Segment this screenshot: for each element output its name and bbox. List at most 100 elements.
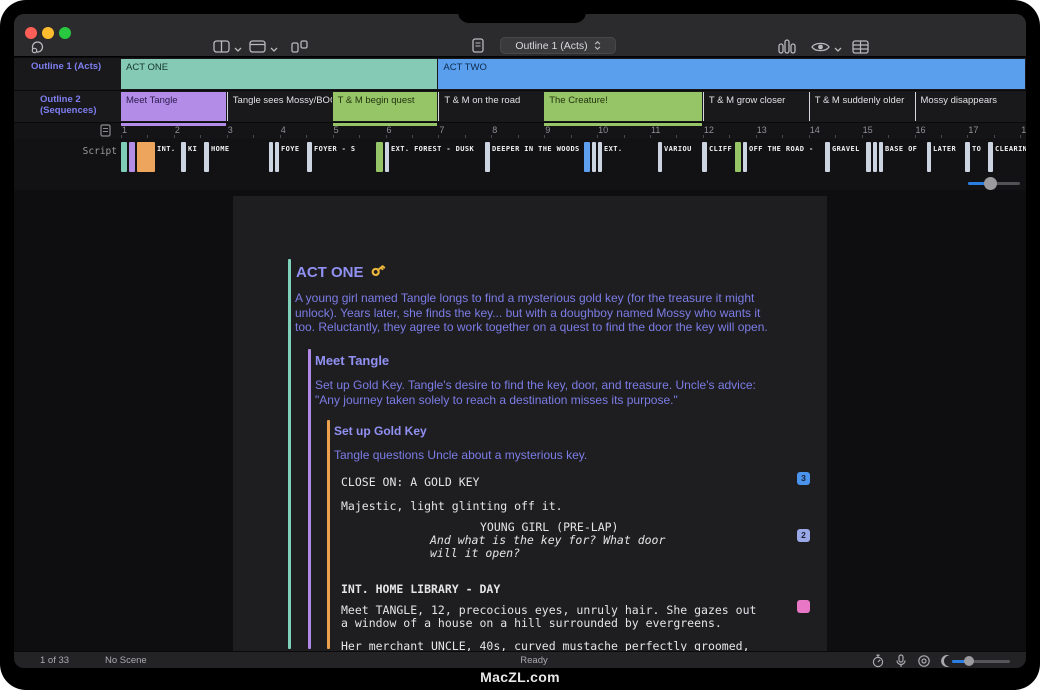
- scene-color-block[interactable]: [584, 142, 590, 172]
- comment-badge[interactable]: 3: [797, 472, 810, 485]
- script-action-line[interactable]: Meet TANGLE, 12, precocious eyes, unruly…: [341, 604, 756, 629]
- scene-color-block[interactable]: [376, 142, 383, 172]
- scene-color-block[interactable]: [137, 142, 155, 172]
- scene-color-block[interactable]: [121, 142, 127, 172]
- scene-segment[interactable]: KI: [188, 142, 202, 172]
- subsection-synopsis[interactable]: Tangle questions Uncle about a mysteriou…: [334, 448, 754, 463]
- scene-segment[interactable]: HOME: [211, 142, 267, 172]
- chevron-down-icon[interactable]: [234, 47, 242, 52]
- scene-color-block[interactable]: [129, 142, 135, 172]
- script-row-label: Script: [14, 146, 121, 157]
- script-character-line[interactable]: YOUNG GIRL (PRE-LAP): [480, 521, 618, 534]
- split-view-icon[interactable]: [213, 40, 230, 53]
- subsection-title[interactable]: Set up Gold Key: [334, 424, 427, 438]
- sequence-block[interactable]: T & M grow closer: [703, 92, 808, 121]
- chart-icon[interactable]: [778, 39, 796, 54]
- status-bar: 1 of 33 No Scene Ready: [14, 651, 1026, 668]
- act-block[interactable]: ACT ONE: [121, 59, 437, 89]
- scene-heading-label: LATER: [933, 142, 963, 153]
- timer-icon[interactable]: [871, 654, 885, 668]
- act-title[interactable]: ACT ONE: [296, 262, 386, 282]
- timeline-zoom-slider[interactable]: [968, 177, 1020, 190]
- statusbar-slider[interactable]: [952, 656, 1010, 666]
- scene-segment[interactable]: FOYER - S: [314, 142, 374, 172]
- sequence-title[interactable]: Meet Tangle: [315, 353, 389, 368]
- script-action-line[interactable]: Majestic, light glinting off it.: [341, 500, 563, 513]
- scene-divider-bar: [275, 142, 279, 172]
- scene-segment[interactable]: CLEARING: [995, 142, 1026, 172]
- outline-selector-dropdown[interactable]: Outline 1 (Acts): [500, 37, 616, 54]
- sequence-synopsis[interactable]: Set up Gold Key. Tangle's desire to find…: [315, 378, 825, 407]
- script-shot-line[interactable]: CLOSE ON: A GOLD KEY: [341, 476, 479, 489]
- comment-badge[interactable]: 2: [797, 529, 810, 542]
- act-synopsis[interactable]: A young girl named Tangle longs to find …: [295, 291, 815, 335]
- scene-heading-label: FOYE: [281, 142, 305, 153]
- sequence-color-strip: [121, 123, 226, 126]
- table-icon[interactable]: [852, 40, 869, 54]
- eye-icon[interactable]: [811, 41, 830, 53]
- ruler-tick: [253, 135, 254, 138]
- subsection-bar: [327, 420, 330, 649]
- ruler-tick: [438, 135, 439, 138]
- sequence-block[interactable]: T & M suddenly older: [809, 92, 914, 121]
- scene-segment[interactable]: TO: [972, 142, 986, 172]
- scene-color-block[interactable]: [735, 142, 741, 172]
- slider-knob[interactable]: [984, 177, 997, 190]
- chevron-down-icon[interactable]: [270, 47, 278, 52]
- scene-segment[interactable]: BASE OF: [885, 142, 925, 172]
- ruler-tick: [1020, 135, 1021, 138]
- sequence-block[interactable]: T & M on the road: [438, 92, 543, 121]
- document-icon[interactable]: [472, 38, 484, 53]
- script-action-line[interactable]: Her merchant UNCLE, 40s, curved mustache…: [341, 640, 750, 651]
- microphone-icon[interactable]: [895, 654, 907, 668]
- ruler-tick: [941, 135, 942, 138]
- focus-circle-icon[interactable]: [917, 654, 931, 668]
- script-page[interactable]: ACT ONE A young girl named Tangle longs …: [233, 196, 827, 651]
- sequence-block[interactable]: The Creature!: [544, 92, 702, 121]
- sequence-block[interactable]: Tangle sees Mossy/BOOM: [227, 92, 332, 121]
- minimize-window-button[interactable]: [42, 27, 54, 39]
- ruler-page-number: 5: [334, 125, 339, 135]
- scene-divider-bar: [598, 142, 602, 172]
- board-view-icon[interactable]: [291, 40, 308, 53]
- scene-divider-bar: [873, 142, 877, 172]
- scene-segment[interactable]: FOYE: [281, 142, 305, 172]
- scene-heading-label: EXT.: [604, 142, 656, 153]
- ruler-tick: [491, 135, 492, 138]
- close-window-button[interactable]: [25, 27, 37, 39]
- scene-heading-label: INT.: [157, 142, 179, 153]
- sequence-block[interactable]: T & M begin quest: [333, 92, 438, 121]
- scene-segment[interactable]: CLIFF: [709, 142, 733, 172]
- scene-segment[interactable]: GRAVEL: [832, 142, 864, 172]
- app-activity-icon[interactable]: [30, 40, 45, 55]
- scene-heading-label: OFF THE ROAD -: [749, 142, 823, 153]
- scene-segment[interactable]: OFF THE ROAD -: [749, 142, 823, 172]
- window-view-icon[interactable]: [249, 40, 266, 53]
- script-scene-heading[interactable]: INT. HOME LIBRARY - DAY: [341, 583, 500, 596]
- script-dialogue-line[interactable]: And what is the key for? What door will …: [430, 534, 665, 559]
- flag-badge[interactable]: [797, 600, 810, 613]
- chevron-down-icon[interactable]: [834, 47, 842, 52]
- scene-divider-bar: [879, 142, 883, 172]
- timeline-panel: Outline 1 (Acts) ACT ONEACT TWO Outline …: [14, 57, 1026, 190]
- slider-knob[interactable]: [964, 656, 974, 666]
- scene-segment[interactable]: VARIOU: [664, 142, 700, 172]
- acts-track: ACT ONEACT TWO: [121, 58, 1026, 90]
- act-block[interactable]: ACT TWO: [438, 59, 1024, 89]
- scene-segment[interactable]: INT.: [157, 142, 179, 172]
- ruler-tick: [544, 135, 545, 138]
- scene-divider-bar: [307, 142, 312, 172]
- script-timeline-row: Script INT. KI HOME FOYE FOYER - S EXT. FORES…: [14, 139, 1026, 190]
- ruler-tick: [386, 135, 387, 138]
- ruler-tick: [756, 135, 757, 138]
- sequence-block[interactable]: Meet Tangle: [121, 92, 226, 121]
- scene-divider-bar: [592, 142, 596, 172]
- scene-segment[interactable]: LATER: [933, 142, 963, 172]
- zoom-window-button[interactable]: [59, 27, 71, 39]
- macbook-notch: [458, 0, 586, 23]
- outline-acts-row: Outline 1 (Acts) ACT ONEACT TWO: [14, 57, 1026, 90]
- scene-segment[interactable]: EXT.: [604, 142, 656, 172]
- scene-segment[interactable]: EXT. FOREST - DUSK: [391, 142, 483, 172]
- scene-segment[interactable]: DEEPER IN THE WOODS: [492, 142, 582, 172]
- sequence-block[interactable]: Mossy disappears: [915, 92, 1025, 121]
